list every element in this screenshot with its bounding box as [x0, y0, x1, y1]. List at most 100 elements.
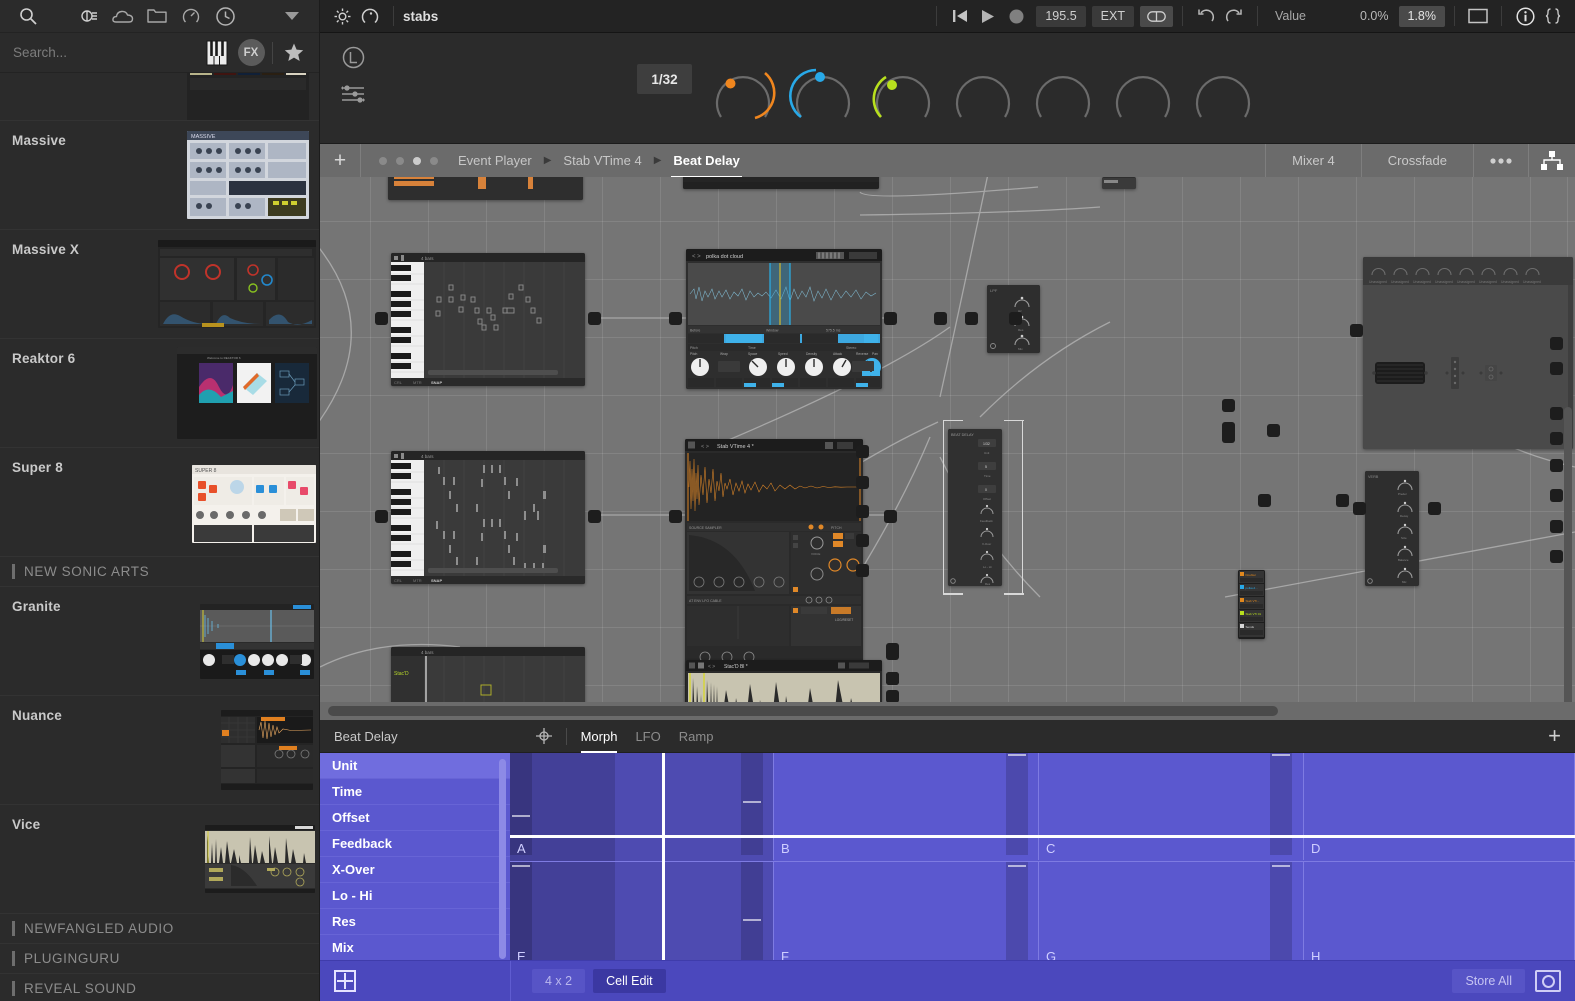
morph-position-line-vertical[interactable] [662, 753, 665, 968]
tempo-field[interactable]: 195.5 [1036, 6, 1085, 27]
knob-attack[interactable] [863, 55, 943, 125]
snapshot-icon[interactable] [1535, 970, 1561, 992]
knob-icon[interactable] [174, 0, 208, 33]
parameter-row-res[interactable]: Res [320, 909, 510, 935]
crosshair-icon[interactable] [536, 728, 552, 744]
list-item[interactable]: Granite [0, 587, 319, 696]
list-group-header[interactable]: NEW SONIC ARTS [0, 557, 319, 587]
module-port[interactable] [1222, 430, 1235, 443]
cell-edit-button[interactable]: Cell Edit [593, 969, 666, 993]
canvas-vertical-scrollbar[interactable] [1564, 407, 1572, 720]
skip-back-icon[interactable] [946, 0, 974, 33]
hierarchy-icon[interactable] [1529, 144, 1575, 177]
parameter-row-feedback[interactable]: Feedback [320, 831, 510, 857]
list-item[interactable]: Reaktor 6 [0, 339, 319, 448]
plug-icon[interactable] [72, 0, 106, 33]
morph-cell-d[interactable]: D [1304, 753, 1575, 860]
module-large-fx-panel[interactable]: UnassignedUnassignedUnassignedUnassigned… [1363, 257, 1573, 449]
module-port[interactable] [1350, 324, 1363, 337]
morph-cell-g[interactable]: G [1039, 861, 1304, 968]
add-cell-icon[interactable] [334, 970, 356, 992]
breadcrumb-item-0[interactable]: Event Player [456, 153, 534, 168]
window-icon[interactable] [1464, 0, 1492, 33]
nav-dot[interactable] [379, 157, 387, 165]
list-item[interactable]: Vice [0, 805, 319, 914]
parameter-row-mix[interactable]: Mix [320, 935, 510, 961]
mixer-button[interactable]: Mixer 4 [1265, 144, 1362, 177]
patch-canvas[interactable]: 4 bars [320, 177, 1575, 720]
list-item[interactable]: Massive MASSIVE [0, 121, 319, 230]
module-mixer-strip[interactable]: Doubler polka d... Stab VTi... Stab VTi … [1238, 570, 1265, 639]
module-port[interactable] [1267, 424, 1280, 437]
keyboard-icon[interactable] [200, 37, 234, 69]
plus-icon[interactable]: + [1548, 725, 1561, 747]
module-port[interactable] [669, 510, 682, 523]
list-item[interactable]: Massive X [0, 230, 319, 339]
chevron-down-icon[interactable] [275, 0, 309, 33]
list-group-header[interactable]: PLUGINGURU [0, 944, 319, 974]
morph-cell-a[interactable]: A [510, 753, 774, 860]
add-module-button[interactable]: + [320, 144, 360, 177]
parameter-list-scrollbar[interactable] [499, 759, 506, 959]
knob-icon[interactable] [356, 0, 384, 33]
module-port[interactable] [1258, 494, 1271, 507]
macro-knob-attack[interactable]: Attack [863, 55, 943, 125]
list-item[interactable]: Super 8 SUPER 8 [0, 448, 319, 557]
morph-cell-e[interactable]: E [510, 861, 774, 968]
macro-knob-05[interactable]: Macro 05 [943, 55, 1023, 125]
search-input[interactable] [8, 45, 200, 60]
module-port[interactable] [886, 672, 899, 685]
module-clip-top-left[interactable] [388, 177, 583, 200]
breadcrumb-item-1[interactable]: Stab VTime 4 [561, 153, 643, 168]
tab-lfo[interactable]: LFO [635, 720, 660, 753]
knob-macro-08[interactable] [1183, 55, 1263, 125]
fx-icon[interactable]: FX [234, 37, 268, 69]
folder-icon[interactable] [140, 0, 174, 33]
parameter-row-lohi[interactable]: Lo - Hi [320, 883, 510, 909]
gear-icon[interactable] [328, 0, 356, 33]
module-port[interactable] [856, 564, 869, 577]
module-beat-delay[interactable]: BEAT DELAY 1/32 Unit 5 Time 0 Offset Fee… [948, 429, 1002, 586]
module-port[interactable] [856, 445, 869, 458]
module-port[interactable] [1353, 502, 1366, 515]
morph-position-line-horizontal[interactable] [510, 835, 1575, 838]
sync-mode-button[interactable]: EXT [1092, 6, 1134, 27]
list-group-header[interactable]: REVEAL SOUND [0, 974, 319, 1001]
list-item[interactable] [0, 73, 319, 121]
module-port[interactable] [934, 312, 947, 325]
clock-icon[interactable] [208, 0, 242, 33]
braces-icon[interactable] [1539, 0, 1567, 33]
value-readout-b[interactable]: 1.8% [1399, 6, 1446, 27]
play-icon[interactable] [974, 0, 1002, 33]
module-port[interactable] [1550, 337, 1563, 350]
knob-macro-05[interactable] [943, 55, 1023, 125]
module-port[interactable] [1550, 362, 1563, 375]
module-port[interactable] [588, 510, 601, 523]
loop-icon[interactable] [1140, 6, 1173, 27]
store-all-button[interactable]: Store All [1452, 969, 1525, 993]
undo-icon[interactable] [1192, 0, 1220, 33]
module-port[interactable] [375, 510, 388, 523]
browser-list[interactable]: Massive MASSIVE [0, 73, 319, 1001]
macro-knob-pan[interactable]: Pan [703, 55, 783, 125]
morph-cell-b[interactable]: B [774, 753, 1039, 860]
sliders-icon[interactable] [328, 75, 378, 111]
parameter-row-unit[interactable]: Unit [320, 753, 510, 779]
module-port[interactable] [965, 312, 978, 325]
module-granular-polka-dot-cloud[interactable]: polka dot cloud < > Before Window 575.5 … [686, 249, 882, 389]
nav-dot[interactable] [430, 157, 438, 165]
module-port[interactable] [375, 312, 388, 325]
nav-dot[interactable] [413, 157, 421, 165]
morph-parameter-list[interactable]: Unit Time Offset Feedback X-Over Lo - Hi… [320, 753, 510, 968]
module-port[interactable] [884, 312, 897, 325]
parameter-row-xover[interactable]: X-Over [320, 857, 510, 883]
breadcrumb-item-2[interactable]: Beat Delay [671, 153, 741, 168]
module-port[interactable] [856, 476, 869, 489]
module-clip-top-right[interactable] [1102, 177, 1136, 189]
ellipsis-icon[interactable] [1474, 144, 1528, 177]
module-clip-top-mid[interactable] [683, 177, 879, 189]
crossfade-button[interactable]: Crossfade [1362, 144, 1473, 177]
macro-knob-start[interactable]: Start [783, 55, 863, 125]
module-port[interactable] [856, 534, 869, 547]
list-item[interactable]: Nuance [0, 696, 319, 805]
